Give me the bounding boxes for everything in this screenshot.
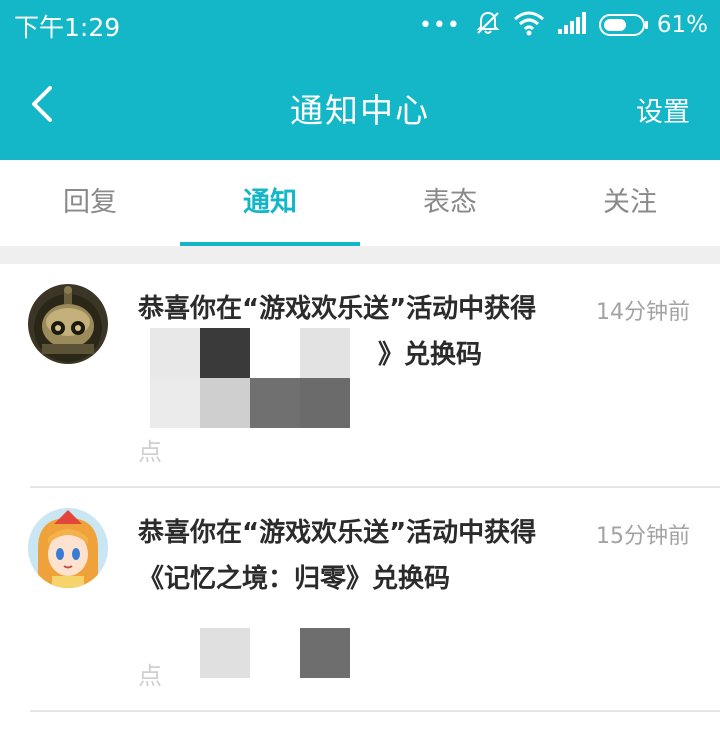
mosaic-cell: [300, 328, 350, 378]
settings-button[interactable]: 设置: [636, 90, 690, 129]
mosaic-cell: [150, 328, 200, 378]
battery-percent: 61%: [656, 12, 708, 38]
section-divider: [0, 246, 720, 264]
notification-time: 14分钟前: [596, 300, 690, 325]
mosaic-cell: [200, 328, 250, 378]
tab-bar: 回复 通知 表态 关注: [0, 160, 720, 246]
faded-text: 点: [138, 662, 162, 690]
message-line-2: 《记忆之境：归零》兑换码: [138, 564, 451, 594]
message-line-1: 恭喜你在“游戏欢乐送”活动中获得: [138, 294, 537, 324]
tab-notifications[interactable]: 通知: [180, 160, 360, 246]
mosaic-cell: [300, 378, 350, 428]
more-notifications-icon: •••: [418, 12, 461, 38]
mosaic-cell: [200, 378, 250, 428]
tab-follows[interactable]: 关注: [540, 160, 720, 246]
mosaic-cell: [200, 628, 250, 678]
notification-message: 恭喜你在“游戏欢乐送”活动中获得 《记忆之境：归零》兑换码: [138, 510, 578, 602]
faded-text: 点: [138, 438, 162, 466]
mosaic-cell: [250, 328, 300, 378]
tab-replies[interactable]: 回复: [0, 160, 180, 246]
notification-list: 恭喜你在“游戏欢乐送”活动中获得 》兑换码 14分钟前 点 恭喜你在“游戏欢乐送…: [0, 264, 720, 712]
status-time: 下午1:29: [14, 13, 121, 42]
mosaic-cell: [150, 378, 200, 428]
status-icons: ••• 61%: [419, 8, 708, 42]
tab-reactions[interactable]: 表态: [360, 160, 540, 246]
notification-item[interactable]: 恭喜你在“游戏欢乐送”活动中获得 》兑换码 14分钟前 点: [0, 264, 720, 488]
mosaic-cell: [300, 628, 350, 678]
mosaic-cell: [250, 378, 300, 428]
message-line-1: 恭喜你在“游戏欢乐送”活动中获得: [138, 518, 537, 548]
wifi-icon: [513, 10, 545, 40]
app-header: 通知中心 设置: [0, 52, 720, 160]
cellular-signal-icon: [557, 11, 587, 39]
notification-item[interactable]: 恭喜你在“游戏欢乐送”活动中获得 《记忆之境：归零》兑换码 15分钟前 点: [0, 488, 720, 712]
item-divider: [30, 710, 720, 712]
status-bar: 下午1:29 ••• 61%: [0, 0, 720, 52]
battery-icon: [598, 14, 649, 36]
bell-muted-icon: [475, 10, 501, 40]
game-avatar-robot: [28, 284, 108, 364]
page-title: 通知中心: [290, 91, 430, 130]
notification-time: 15分钟前: [596, 524, 690, 549]
game-avatar-girl: [28, 508, 108, 588]
